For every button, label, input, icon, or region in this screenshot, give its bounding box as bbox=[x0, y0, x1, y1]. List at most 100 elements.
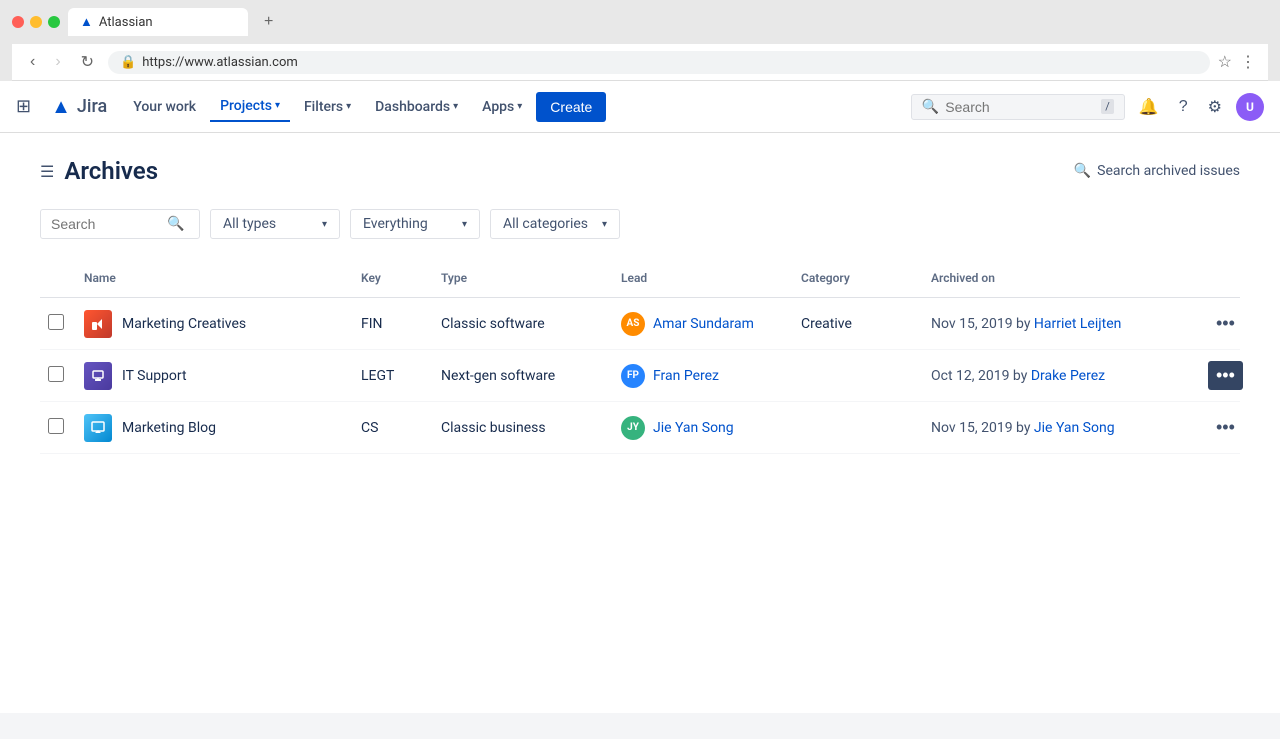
row3-checkbox[interactable] bbox=[48, 418, 64, 434]
row3-category-cell bbox=[793, 422, 923, 434]
jira-logo[interactable]: ▲ Jira bbox=[51, 94, 107, 119]
nav-projects[interactable]: Projects ▾ bbox=[210, 92, 290, 122]
global-search-bar[interactable]: 🔍 / bbox=[911, 94, 1125, 120]
projects-chevron-icon: ▾ bbox=[275, 100, 280, 111]
row3-name-cell: Marketing Blog bbox=[76, 408, 353, 448]
type-filter-dropdown[interactable]: All types ▾ bbox=[210, 209, 340, 239]
header-key: Key bbox=[353, 267, 433, 289]
browser-tab[interactable]: ▲ Atlassian bbox=[68, 8, 248, 36]
row2-lead-cell: FP Fran Perez bbox=[613, 358, 793, 394]
nav-dashboards[interactable]: Dashboards ▾ bbox=[365, 93, 468, 121]
categories-filter-label: All categories bbox=[503, 216, 588, 232]
tab-title: Atlassian bbox=[99, 15, 153, 30]
top-navigation: ⊞ ▲ Jira Your work Projects ▾ Filters ▾ … bbox=[0, 81, 1280, 133]
dashboards-chevron-icon: ▾ bbox=[453, 101, 458, 112]
categories-filter-chevron-icon: ▾ bbox=[602, 219, 607, 230]
create-button[interactable]: Create bbox=[536, 92, 606, 122]
minimize-dot[interactable] bbox=[30, 16, 42, 28]
grid-icon[interactable]: ⊞ bbox=[16, 96, 31, 117]
lock-icon: 🔒 bbox=[120, 55, 136, 70]
row3-project-icon bbox=[84, 414, 112, 442]
help-button[interactable]: ? bbox=[1173, 92, 1194, 122]
row1-lead-cell: AS Amar Sundaram bbox=[613, 306, 793, 342]
row2-more-button[interactable]: ••• bbox=[1208, 361, 1243, 390]
row1-lead-avatar: AS bbox=[621, 312, 645, 336]
row2-type-cell: Next-gen software bbox=[433, 362, 613, 390]
row3-type-cell: Classic business bbox=[433, 414, 613, 442]
nav-right: 🔍 / 🔔 ? ⚙ U bbox=[911, 91, 1264, 123]
row2-lead-avatar: FP bbox=[621, 364, 645, 388]
row1-checkbox[interactable] bbox=[48, 314, 64, 330]
maximize-dot[interactable] bbox=[48, 16, 60, 28]
row1-archived-by[interactable]: Harriet Leijten bbox=[1034, 316, 1121, 332]
jira-logo-text: Jira bbox=[77, 96, 107, 117]
filter-search-icon: 🔍 bbox=[167, 216, 184, 232]
chrome-menu-button[interactable]: ⋮ bbox=[1240, 52, 1256, 72]
avatar[interactable]: U bbox=[1236, 93, 1264, 121]
page-title: Archives bbox=[64, 157, 158, 185]
search-archived-icon: 🔍 bbox=[1074, 163, 1091, 179]
row3-lead-name[interactable]: Jie Yan Song bbox=[653, 420, 734, 436]
row3-archived-by[interactable]: Jie Yan Song bbox=[1034, 420, 1115, 436]
settings-button[interactable]: ⚙ bbox=[1202, 91, 1228, 123]
everything-filter-chevron-icon: ▾ bbox=[462, 219, 467, 230]
row1-project-name[interactable]: Marketing Creatives bbox=[122, 316, 246, 332]
search-archived-issues-link[interactable]: 🔍 Search archived issues bbox=[1074, 163, 1240, 179]
row1-checkbox-cell bbox=[40, 308, 76, 340]
row2-name-cell: IT Support bbox=[76, 356, 353, 396]
bookmark-button[interactable]: ☆ bbox=[1218, 52, 1232, 72]
row1-type-cell: Classic software bbox=[433, 310, 613, 338]
row3-more-button[interactable]: ••• bbox=[1208, 413, 1243, 442]
nav-your-work[interactable]: Your work bbox=[123, 93, 206, 121]
sidebar-toggle-icon[interactable]: ☰ bbox=[40, 162, 54, 181]
categories-filter-dropdown[interactable]: All categories ▾ bbox=[490, 209, 620, 239]
row1-category-cell: Creative bbox=[793, 310, 923, 338]
row3-archived-date: Nov 15, 2019 by bbox=[931, 420, 1034, 436]
name-search-filter[interactable]: 🔍 bbox=[40, 209, 200, 239]
row2-lead-name[interactable]: Fran Perez bbox=[653, 368, 719, 384]
reload-button[interactable]: ↻ bbox=[75, 50, 100, 74]
jira-logo-icon: ▲ bbox=[51, 94, 71, 119]
tab-favicon: ▲ bbox=[80, 14, 93, 30]
header-archived-on: Archived on bbox=[923, 267, 1200, 289]
row2-project-name[interactable]: IT Support bbox=[122, 368, 187, 384]
row3-lead-avatar: JY bbox=[621, 416, 645, 440]
row1-archived-cell: Nov 15, 2019 by Harriet Leijten bbox=[923, 310, 1200, 338]
row1-name-cell: Marketing Creatives bbox=[76, 304, 353, 344]
row2-archived-date: Oct 12, 2019 by bbox=[931, 368, 1031, 384]
name-search-input[interactable] bbox=[51, 216, 161, 232]
forward-button[interactable]: › bbox=[49, 51, 66, 73]
nav-apps[interactable]: Apps ▾ bbox=[472, 93, 532, 121]
nav-links: Your work Projects ▾ Filters ▾ Dashboard… bbox=[123, 92, 895, 122]
apps-chevron-icon: ▾ bbox=[517, 101, 522, 112]
close-dot[interactable] bbox=[12, 16, 24, 28]
nav-filters[interactable]: Filters ▾ bbox=[294, 93, 361, 121]
row2-checkbox-cell bbox=[40, 360, 76, 392]
header-name: Name bbox=[76, 267, 353, 289]
header-checkbox bbox=[40, 267, 76, 289]
table-header: Name Key Type Lead Category Archived on bbox=[40, 259, 1240, 298]
page-content: ☰ Archives 🔍 Search archived issues 🔍 Al… bbox=[0, 133, 1280, 713]
row3-archived-cell: Nov 15, 2019 by Jie Yan Song bbox=[923, 414, 1200, 442]
everything-filter-dropdown[interactable]: Everything ▾ bbox=[350, 209, 480, 239]
new-tab-button[interactable]: + bbox=[256, 9, 281, 35]
row3-project-name[interactable]: Marketing Blog bbox=[122, 420, 216, 436]
filters-chevron-icon: ▾ bbox=[346, 101, 351, 112]
address-bar[interactable]: 🔒 https://www.atlassian.com bbox=[108, 51, 1210, 74]
row2-archived-by[interactable]: Drake Perez bbox=[1031, 368, 1105, 384]
search-icon: 🔍 bbox=[922, 99, 939, 115]
archives-table: Name Key Type Lead Category Archived on … bbox=[40, 259, 1240, 454]
row1-more-button[interactable]: ••• bbox=[1208, 309, 1243, 338]
slash-key: / bbox=[1101, 99, 1114, 114]
row2-checkbox[interactable] bbox=[48, 366, 64, 382]
row1-lead-name[interactable]: Amar Sundaram bbox=[653, 316, 754, 332]
header-category: Category bbox=[793, 267, 923, 289]
row2-actions-cell: ••• bbox=[1200, 355, 1240, 396]
back-button[interactable]: ‹ bbox=[24, 51, 41, 73]
header-type: Type bbox=[433, 267, 613, 289]
row2-key-cell: LEGT bbox=[353, 362, 433, 390]
type-filter-chevron-icon: ▾ bbox=[322, 219, 327, 230]
search-input[interactable] bbox=[945, 99, 1095, 115]
notifications-button[interactable]: 🔔 bbox=[1133, 91, 1165, 123]
filters-row: 🔍 All types ▾ Everything ▾ All categorie… bbox=[40, 209, 1240, 239]
